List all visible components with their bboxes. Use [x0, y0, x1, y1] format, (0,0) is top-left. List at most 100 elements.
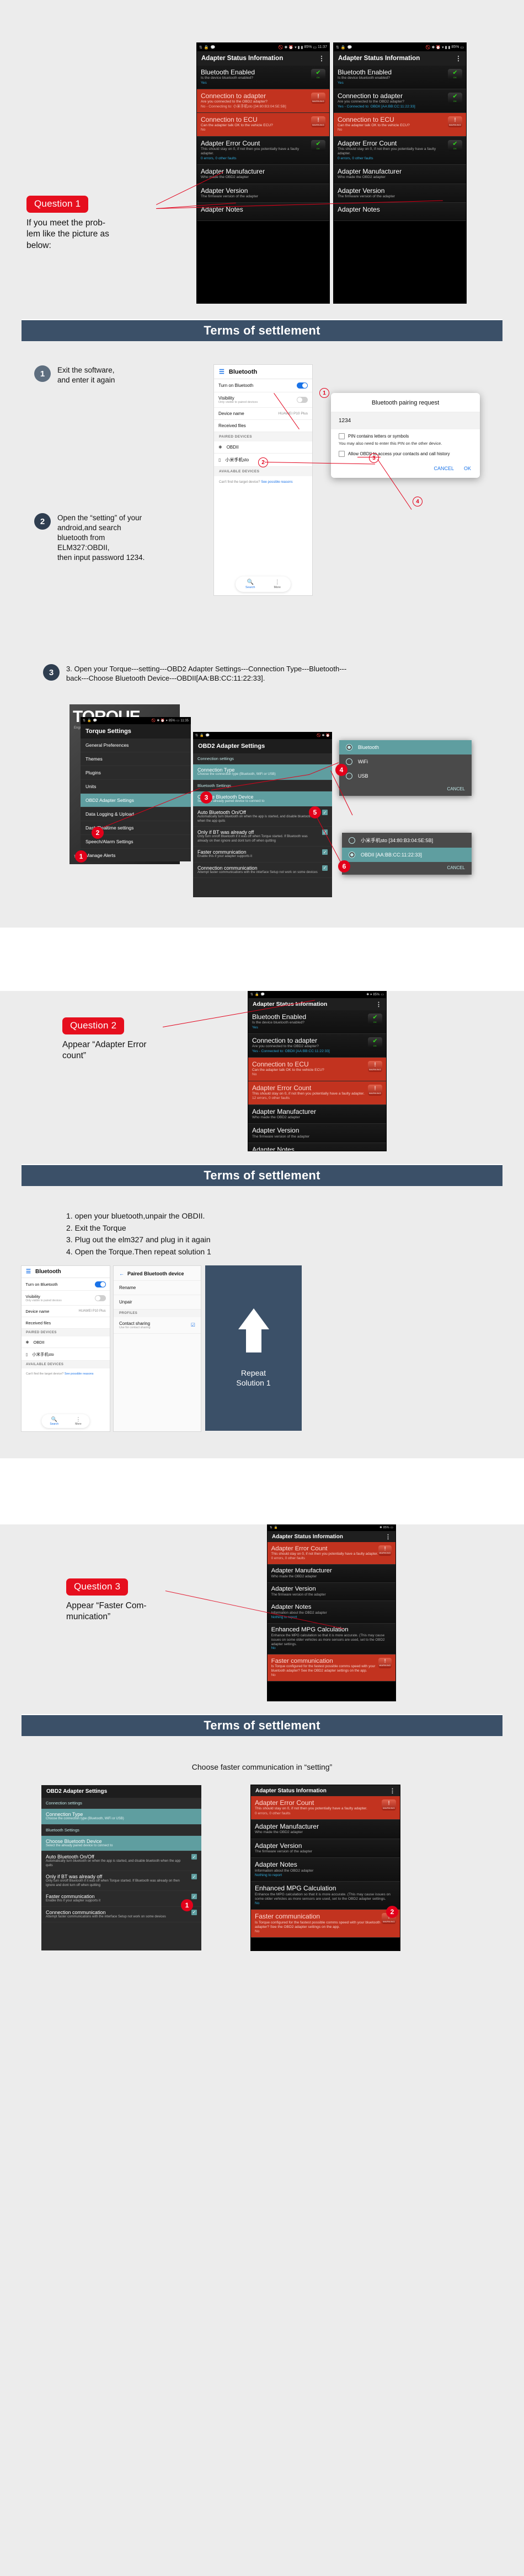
torque-settings-item[interactable]: General Preferences	[81, 739, 191, 752]
overflow-menu-icon[interactable]: ⋮	[389, 1787, 395, 1794]
bluetooth-setting-row[interactable]: Device name HUAWEI P10 Plus	[22, 1306, 110, 1318]
checkbox-checked-icon[interactable]: ✓	[322, 865, 328, 871]
adapter-status-row[interactable]: Adapter Version The firmware version of t…	[197, 184, 329, 203]
adapter-status-row[interactable]: Connection to adapter Are you connected t…	[334, 89, 466, 113]
unpair-row[interactable]: Unpair	[114, 1295, 201, 1309]
obd2-settings-item[interactable]: Connection settings	[193, 753, 332, 764]
bluetooth-setting-row[interactable]: Turn on Bluetooth	[22, 1278, 110, 1291]
bluetooth-setting-row[interactable]: Device name HUAWEI P10 Plus	[214, 408, 312, 420]
bluetooth-toggle[interactable]	[94, 1281, 106, 1287]
checkbox-checked-icon[interactable]: ✓	[191, 1909, 197, 1915]
adapter-status-row[interactable]: Enhanced MPG Calculation Enhance the MPG …	[268, 1623, 395, 1655]
obd2-settings-item[interactable]: Only if BT was already off Only turn on/o…	[41, 1871, 201, 1891]
rename-row[interactable]: Rename	[114, 1281, 201, 1295]
adapter-status-row[interactable]: Connection to adapter Are you connected t…	[248, 1033, 386, 1058]
adapter-status-row[interactable]: Adapter Notes Information about the OBD2 …	[251, 1858, 400, 1882]
adapter-status-row[interactable]: Adapter Notes	[334, 203, 466, 222]
bluetooth-toggle[interactable]	[297, 382, 308, 389]
radio-button-icon[interactable]	[349, 852, 355, 858]
checkbox-checked-icon[interactable]: ✓	[191, 1894, 197, 1899]
adapter-status-row[interactable]: Bluetooth Enabled Is the device bluetooth…	[334, 66, 466, 89]
paired-device-row[interactable]: ▯ 小米手机sto	[22, 1348, 110, 1361]
overflow-menu-icon[interactable]: ⋮	[318, 55, 325, 62]
bluetooth-setting-row[interactable]: Visibility Only visible to paired devices	[214, 392, 312, 408]
device-cancel-button[interactable]: CANCEL	[342, 862, 472, 875]
radio-button-icon[interactable]	[349, 837, 355, 844]
adapter-status-row[interactable]: Adapter Error Count This should stay on 0…	[251, 1796, 400, 1820]
adapter-status-row[interactable]: Adapter Version The firmware version of t…	[268, 1582, 395, 1601]
obd2-settings-item[interactable]: Connection communication Attempt faster c…	[41, 1907, 201, 1922]
obd2-settings-item[interactable]: Faster communication Enable this if your …	[193, 847, 332, 863]
adapter-status-row[interactable]: Adapter Notes Information about the OBD2 …	[268, 1600, 395, 1624]
dialog-radio-row[interactable]: Bluetooth	[339, 740, 472, 755]
adapter-status-row[interactable]: Adapter Manufacturer Who made the OBD2 ad…	[268, 1564, 395, 1583]
adapter-status-row[interactable]: Connection to ECU Can the adapter talk OK…	[334, 112, 466, 137]
adapter-status-row[interactable]: Adapter Error Count This should stay on 0…	[248, 1081, 386, 1105]
overflow-menu-icon[interactable]: ⋮	[385, 1533, 391, 1540]
checkbox-checked-icon[interactable]: ✓	[322, 810, 328, 815]
radio-button-icon[interactable]	[346, 773, 352, 779]
radio-button-icon[interactable]	[346, 758, 352, 765]
hamburger-icon[interactable]: ☰	[219, 368, 224, 375]
dialog-radio-row[interactable]: WiFi	[339, 755, 472, 769]
no-device-hint-link[interactable]: See possible reasons	[65, 1372, 94, 1376]
obd2-settings-item[interactable]: Only if BT was already off Only turn on/o…	[193, 827, 332, 847]
more-action[interactable]: ⋮ More	[75, 1416, 81, 1426]
adapter-status-row[interactable]: Faster communication Is Torque configured…	[251, 1910, 400, 1938]
adapter-status-row[interactable]: Adapter Manufacturer Who made the OBD2 ad…	[248, 1104, 386, 1124]
adapter-status-row[interactable]: Faster communication Is Torque configured…	[268, 1654, 395, 1682]
obd2-settings-item[interactable]: Choose Bluetooth Device Select the alread…	[41, 1835, 201, 1851]
adapter-status-row[interactable]: Adapter Version The firmware version of t…	[248, 1124, 386, 1143]
bluetooth-toggle[interactable]	[297, 397, 308, 403]
bluetooth-setting-row[interactable]: Turn on Bluetooth	[214, 379, 312, 392]
checkbox-checked-icon[interactable]: ✓	[191, 1874, 197, 1879]
allow-contacts-checkbox-row[interactable]: Allow OBDII to access your contacts and …	[331, 450, 480, 462]
obd2-settings-item[interactable]: Choose Bluetooth Device Select the alread…	[193, 791, 332, 807]
torque-settings-item[interactable]: Manage Alerts	[81, 849, 191, 861]
obd2-settings-item[interactable]: Auto Bluetooth On/Off Automatically turn …	[41, 1851, 201, 1871]
back-icon[interactable]: ←	[119, 1271, 124, 1276]
no-device-hint-link[interactable]: See possible reasons	[261, 481, 292, 484]
checkbox-checked-icon[interactable]: ☑	[191, 1322, 195, 1328]
dialog-radio-row[interactable]: 小米手机sto [34:80:B3:04:5E:5B]	[342, 833, 472, 848]
paired-device-row[interactable]: ✱ OBDII	[214, 441, 312, 454]
torque-settings-item[interactable]: Plugins	[81, 766, 191, 780]
obd2-settings-item[interactable]: Connection settings	[41, 1798, 201, 1809]
search-action[interactable]: 🔍 Search	[245, 579, 255, 589]
adapter-status-row[interactable]: Enhanced MPG Calculation Enhance the MPG …	[251, 1882, 400, 1910]
adapter-status-row[interactable]: Adapter Error Count This should stay on 0…	[197, 136, 329, 165]
adapter-status-row[interactable]: Connection to adapter Are you connected t…	[197, 89, 329, 113]
adapter-status-row[interactable]: Adapter Version The firmware version of t…	[334, 184, 466, 203]
overflow-menu-icon[interactable]: ⋮	[376, 1001, 382, 1008]
adapter-status-row[interactable]: Adapter Manufacturer Who made the OBD2 ad…	[334, 164, 466, 184]
bluetooth-setting-row[interactable]: Visibility Only visible to paired devices	[22, 1291, 110, 1306]
adapter-status-row[interactable]: Adapter Manufacturer Who made the OBD2 ad…	[251, 1819, 400, 1839]
adapter-status-row[interactable]: Connection to ECU Can the adapter talk OK…	[248, 1057, 386, 1081]
cancel-button[interactable]: CANCEL	[434, 466, 454, 471]
obd2-settings-item[interactable]: Connection communication Attempt faster c…	[193, 863, 332, 878]
dialog-radio-row[interactable]: USB	[339, 769, 472, 783]
checkbox-icon[interactable]	[339, 451, 345, 457]
more-action[interactable]: ⋮ More	[274, 579, 281, 589]
adapter-status-row[interactable]: Connection to ECU Can the adapter talk OK…	[197, 112, 329, 137]
dialog-radio-row[interactable]: OBDII [AA:BB:CC:11:22:33]	[342, 848, 472, 862]
obd2-settings-item[interactable]: Connection Type Choose the connection typ…	[41, 1809, 201, 1825]
adapter-status-row[interactable]: Bluetooth Enabled Is the device bluetooth…	[197, 66, 329, 89]
adapter-status-row[interactable]: Adapter Notes	[248, 1143, 386, 1151]
connection-cancel-button[interactable]: CANCEL	[339, 783, 472, 796]
adapter-status-row[interactable]: Adapter Error Count This should stay on 0…	[334, 136, 466, 165]
adapter-status-row[interactable]: Adapter Version The firmware version of t…	[251, 1839, 400, 1858]
obd2-settings-item[interactable]: Connection Type Choose the connection typ…	[193, 764, 332, 780]
obd2-settings-item[interactable]: Faster communication Enable this if your …	[41, 1891, 201, 1907]
bluetooth-setting-row[interactable]: Received files	[22, 1317, 110, 1329]
overflow-menu-icon[interactable]: ⋮	[455, 55, 462, 62]
torque-settings-item[interactable]: Themes	[81, 752, 191, 766]
adapter-status-row[interactable]: Bluetooth Enabled Is the device bluetooth…	[248, 1010, 386, 1034]
checkbox-checked-icon[interactable]: ✓	[322, 849, 328, 855]
torque-settings-item[interactable]: OBD2 Adapter Settings	[81, 794, 191, 807]
pin-letters-checkbox-row[interactable]: PIN contains letters or symbols	[331, 429, 480, 440]
hamburger-icon[interactable]: ☰	[26, 1269, 31, 1275]
bluetooth-toggle[interactable]	[94, 1295, 106, 1301]
ok-button[interactable]: OK	[464, 466, 471, 471]
checkbox-icon[interactable]	[339, 433, 345, 439]
